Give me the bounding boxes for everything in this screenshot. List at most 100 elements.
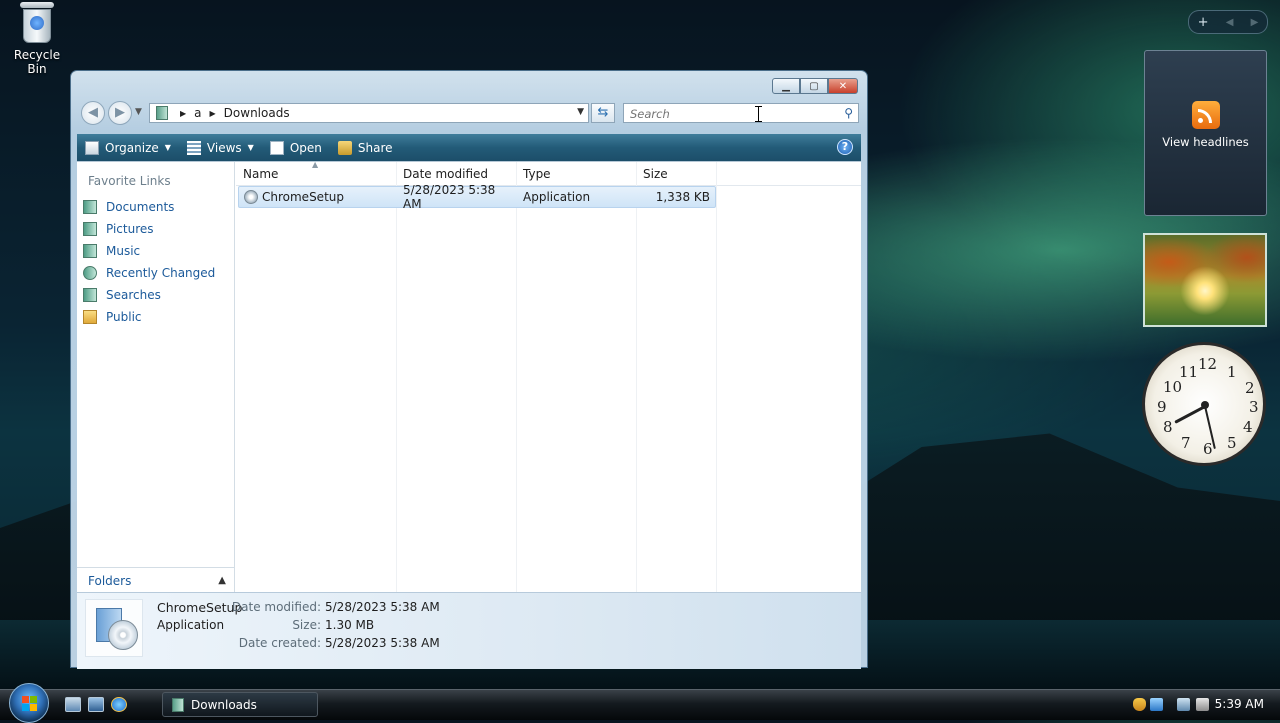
fav-link-label: Recently Changed — [106, 266, 216, 280]
back-arrow-icon: ◀ — [88, 105, 98, 120]
search-input[interactable] — [628, 105, 832, 123]
fav-link-documents[interactable]: Documents — [83, 196, 215, 218]
column-header-label: Size — [643, 166, 668, 181]
explorer-window: ▁ ▢ ✕ ◀ ▶ ▼ ▶ a ▶ Downloads ▼ ⇆ ⚲ Organi… — [70, 70, 868, 669]
fav-link-recently-changed[interactable]: Recently Changed — [83, 262, 215, 284]
clock-number: 6 — [1203, 440, 1213, 458]
slideshow-gadget[interactable] — [1143, 233, 1267, 327]
organize-label: Organize — [105, 140, 159, 155]
column-header-type[interactable]: Type — [516, 162, 636, 186]
command-bar: Organize ▼ Views ▼ Open Share ? — [77, 134, 861, 161]
recently-changed-icon — [83, 266, 97, 280]
favorite-links-heading: Favorite Links — [88, 174, 171, 188]
taskbar-button-downloads[interactable]: Downloads — [162, 692, 318, 717]
feed-headlines-gadget[interactable]: View headlines — [1144, 50, 1267, 216]
back-button[interactable]: ◀ — [81, 101, 105, 125]
chevron-down-icon: ▼ — [247, 143, 254, 152]
switch-windows-icon[interactable] — [88, 697, 104, 712]
open-button[interactable]: Open — [269, 140, 322, 155]
internet-explorer-icon[interactable] — [111, 697, 127, 712]
next-page-icon[interactable]: ▶ — [1251, 17, 1259, 28]
previous-page-icon[interactable]: ◀ — [1226, 17, 1234, 28]
share-label: Share — [357, 140, 393, 155]
fav-link-music[interactable]: Music — [83, 240, 215, 262]
file-date-modified: 5/28/2023 5:38 AM — [403, 183, 496, 211]
security-shield-icon[interactable] — [1133, 698, 1146, 711]
close-icon: ✕ — [838, 80, 848, 92]
search-icon[interactable]: ⚲ — [844, 106, 853, 120]
folders-label: Folders — [88, 573, 132, 588]
details-date-modified: 5/28/2023 5:38 AM — [325, 600, 440, 614]
maximize-icon: ▢ — [809, 80, 819, 92]
column-header-label: Date modified — [403, 166, 489, 181]
forward-button[interactable]: ▶ — [108, 101, 132, 125]
views-icon — [186, 140, 201, 155]
fav-link-label: Searches — [106, 288, 161, 302]
maximize-button[interactable]: ▢ — [800, 78, 828, 94]
column-header-name[interactable]: ▲ Name — [236, 160, 396, 186]
refresh-button[interactable]: ⇆ — [591, 103, 615, 123]
show-desktop-icon[interactable] — [65, 697, 81, 712]
details-date-modified-label: Date modified: — [231, 600, 321, 614]
volume-muted-icon[interactable] — [1196, 698, 1209, 711]
address-dropdown-icon[interactable]: ▼ — [577, 107, 584, 117]
windows-logo-icon — [22, 696, 38, 712]
breadcrumb-arrow-icon[interactable]: ▶ — [180, 109, 186, 118]
add-gadget-icon[interactable]: + — [1198, 15, 1209, 30]
start-button[interactable] — [9, 683, 49, 723]
network-icon[interactable] — [1177, 698, 1190, 711]
share-button[interactable]: Share — [337, 140, 393, 155]
fav-link-searches[interactable]: Searches — [83, 284, 215, 306]
setup-application-icon — [85, 599, 143, 657]
search-box[interactable]: ⚲ — [623, 103, 859, 123]
open-label: Open — [289, 140, 322, 155]
sort-caret-icon: ▲ — [312, 160, 319, 169]
recycle-bin[interactable]: Recycle Bin — [4, 2, 70, 76]
details-pane: ChromeSetup Application Date modified: 5… — [77, 592, 861, 669]
recycle-bin-icon — [20, 2, 54, 44]
file-row-chromesetup[interactable]: ChromeSetup 5/28/2023 5:38 AM Applicatio… — [238, 183, 716, 211]
column-header-size[interactable]: Size — [636, 162, 716, 186]
column-divider — [716, 162, 717, 593]
chevron-up-icon: ▲ — [218, 575, 226, 586]
details-size-label: Size: — [292, 618, 321, 632]
recent-pages-dropdown-icon[interactable]: ▼ — [135, 107, 142, 117]
folders-toggle[interactable]: Folders ▲ — [77, 567, 234, 593]
fav-link-pictures[interactable]: Pictures — [83, 218, 215, 240]
network-sync-icon[interactable] — [1150, 698, 1163, 711]
clock-number: 5 — [1227, 434, 1237, 452]
clock-center — [1201, 401, 1209, 409]
close-button[interactable]: ✕ — [828, 78, 858, 94]
favorite-links-list: Documents Pictures Music Recently Change… — [83, 196, 215, 328]
help-button[interactable]: ? — [837, 139, 853, 155]
column-header-label: Type — [523, 166, 551, 181]
details-file-type: Application — [157, 618, 225, 632]
music-folder-icon — [83, 244, 97, 258]
minimize-button[interactable]: ▁ — [772, 78, 800, 94]
views-button[interactable]: Views ▼ — [186, 140, 254, 155]
column-header-label: Name — [243, 166, 279, 181]
file-size: 1,338 KB — [655, 190, 710, 204]
clock-number: 12 — [1198, 355, 1218, 373]
clock-hour-hand — [1174, 405, 1206, 424]
clock-number: 4 — [1243, 418, 1253, 436]
clock-gadget[interactable]: 12 1 2 3 4 5 6 7 8 9 10 11 — [1142, 342, 1266, 466]
address-bar[interactable]: ▶ a ▶ Downloads ▼ — [149, 103, 589, 123]
clock-number: 9 — [1157, 398, 1167, 416]
organize-button[interactable]: Organize ▼ — [85, 140, 171, 155]
fav-link-public[interactable]: Public — [83, 306, 215, 328]
rss-icon — [1191, 101, 1220, 129]
fav-link-label: Pictures — [106, 222, 154, 236]
column-divider — [516, 162, 517, 593]
fav-link-label: Documents — [106, 200, 175, 214]
details-date-created-label: Date created: — [238, 636, 321, 650]
taskbar-clock[interactable]: 5:39 AM — [1215, 697, 1264, 711]
breadcrumb-downloads[interactable]: Downloads — [224, 106, 290, 120]
clock-number: 11 — [1179, 363, 1199, 381]
taskbar: Downloads 5:39 AM — [0, 683, 1280, 723]
breadcrumb-arrow-icon[interactable]: ▶ — [210, 109, 216, 118]
help-icon: ? — [841, 140, 849, 153]
clock-number: 7 — [1181, 434, 1191, 452]
chevron-down-icon: ▼ — [164, 143, 171, 152]
breadcrumb-user[interactable]: a — [194, 106, 201, 120]
